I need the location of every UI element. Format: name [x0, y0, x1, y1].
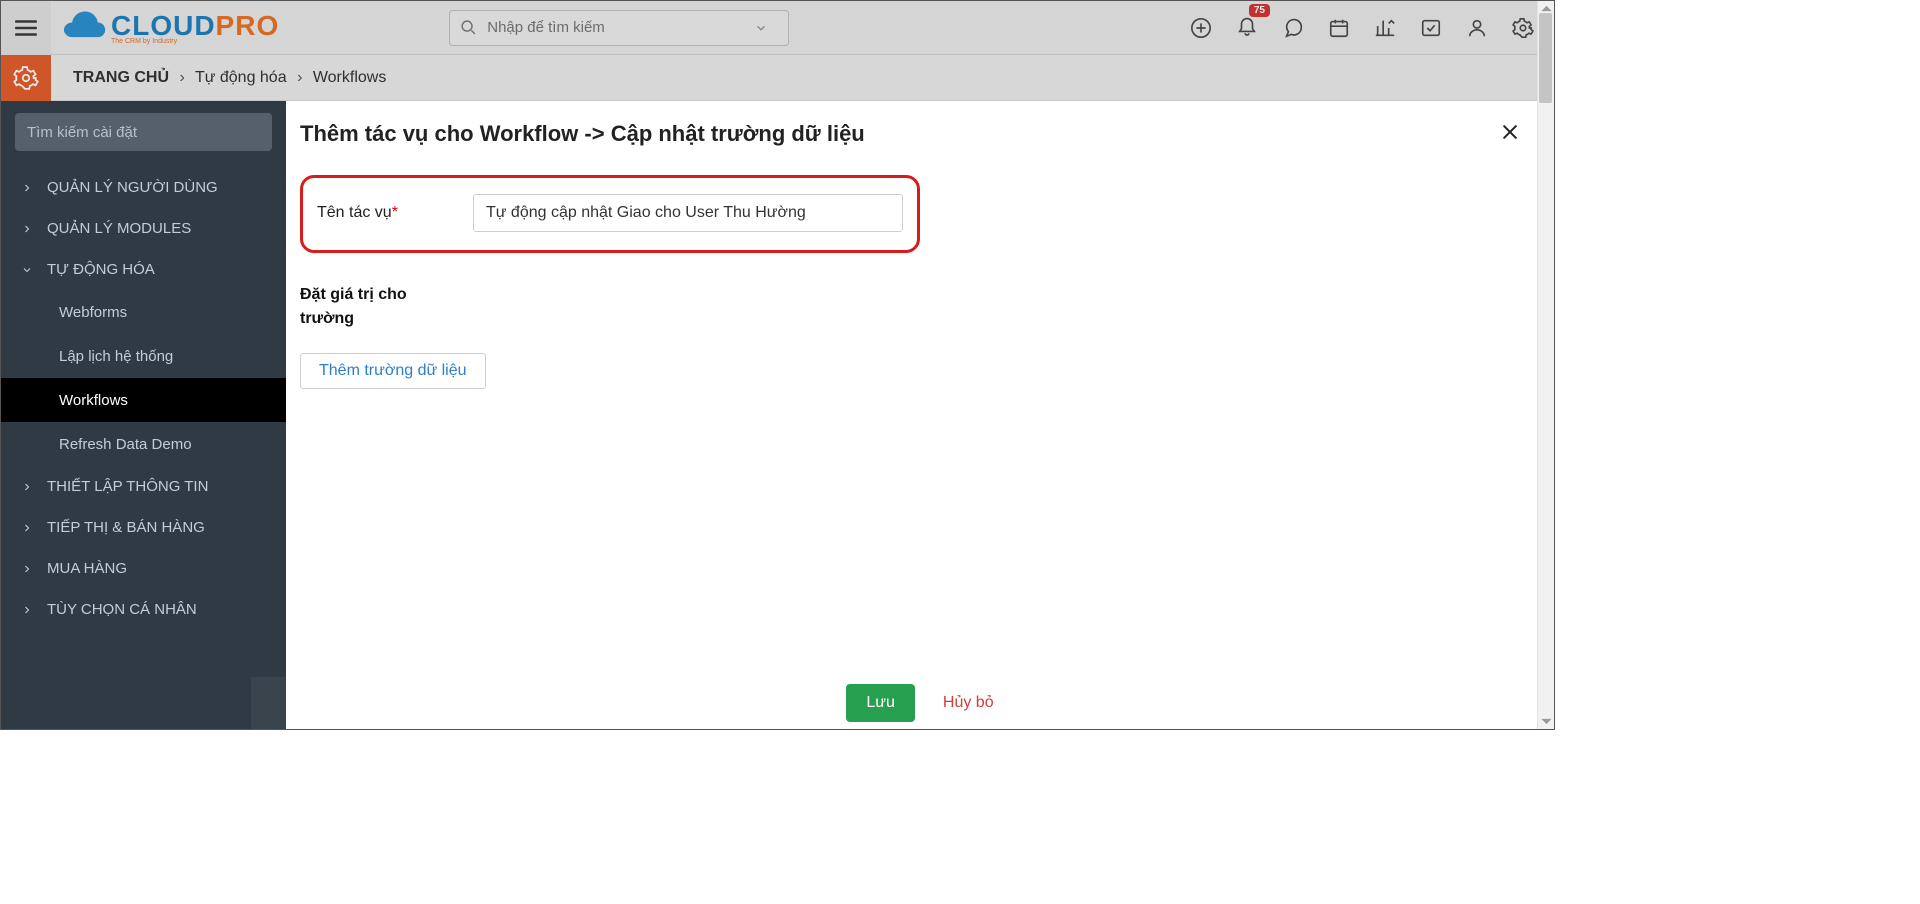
nav-label: QUẢN LÝ MODULES	[47, 220, 191, 237]
task-name-label: Tên tác vụ*	[317, 204, 457, 222]
gear-icon	[13, 65, 39, 91]
settings-sidebar: QUẢN LÝ NGƯỜI DÙNG QUẢN LÝ MODULES TỰ ĐỘ…	[1, 101, 286, 729]
label-text: Tên tác vụ	[317, 204, 392, 221]
scrollbar-thumb[interactable]	[1539, 13, 1552, 103]
app-logo[interactable]: CLOUDPRO The CRM by Industry	[63, 9, 279, 47]
breadcrumb-bar: TRANG CHỦ › Tự động hóa › Workflows	[1, 55, 1554, 101]
task-name-input[interactable]	[473, 194, 903, 232]
nav-purchase[interactable]: MUA HÀNG	[1, 548, 286, 589]
nav-modules[interactable]: QUẢN LÝ MODULES	[1, 208, 286, 249]
chevron-right-icon	[21, 223, 33, 235]
calendar-icon[interactable]	[1328, 17, 1350, 39]
settings-icon[interactable]	[1512, 17, 1534, 39]
chevron-down-icon	[21, 264, 33, 276]
nav-scheduler[interactable]: Lập lịch hệ thống	[1, 334, 286, 378]
analytics-icon[interactable]	[1374, 17, 1396, 39]
scroll-down-icon[interactable]	[1540, 715, 1553, 728]
global-search-input[interactable]	[487, 19, 754, 36]
modal-footer: Lưu Hủy bỏ	[286, 677, 1554, 729]
nav-workflows[interactable]: Workflows	[1, 378, 286, 422]
chevron-right-icon	[21, 481, 33, 493]
add-field-button[interactable]: Thêm trường dữ liệu	[300, 353, 486, 389]
bell-icon	[1236, 14, 1258, 36]
settings-home-button[interactable]	[1, 55, 51, 101]
logo-text-main: CLOUD	[111, 10, 216, 41]
top-header: CLOUDPRO The CRM by Industry 75	[1, 1, 1554, 55]
chevron-down-icon[interactable]	[754, 21, 768, 35]
logo-text-accent: PRO	[216, 10, 280, 41]
nav-marketing[interactable]: TIẾP THỊ & BÁN HÀNG	[1, 507, 286, 548]
save-button[interactable]: Lưu	[846, 684, 915, 722]
notifications-button[interactable]: 75	[1236, 14, 1258, 41]
nav-info[interactable]: THIẾT LẬP THÔNG TIN	[1, 466, 286, 507]
menu-toggle[interactable]	[1, 1, 51, 55]
hamburger-icon	[13, 15, 39, 41]
add-icon[interactable]	[1190, 17, 1212, 39]
nav-label: MUA HÀNG	[47, 560, 127, 577]
breadcrumb-home[interactable]: TRANG CHỦ	[73, 69, 169, 86]
nav-label: THIẾT LẬP THÔNG TIN	[47, 478, 208, 495]
nav-label: TIẾP THỊ & BÁN HÀNG	[47, 519, 205, 536]
chat-icon[interactable]	[1282, 17, 1304, 39]
chevron-right-icon	[21, 182, 33, 194]
nav-personal[interactable]: TÙY CHỌN CÁ NHÂN	[1, 589, 286, 630]
page-scrollbar[interactable]	[1537, 1, 1554, 729]
cancel-button[interactable]: Hủy bỏ	[943, 694, 994, 712]
nav-refresh-demo[interactable]: Refresh Data Demo	[1, 422, 286, 466]
chevron-right-icon	[21, 563, 33, 575]
global-search[interactable]	[449, 10, 789, 46]
cloud-icon	[63, 9, 107, 47]
breadcrumb: TRANG CHỦ › Tự động hóa › Workflows	[73, 69, 386, 87]
breadcrumb-l1[interactable]: Tự động hóa	[195, 69, 287, 86]
close-icon	[1500, 122, 1520, 142]
workflow-task-modal: Thêm tác vụ cho Workflow -> Cập nhật trư…	[286, 101, 1554, 729]
nav-label: TỰ ĐỘNG HÓA	[47, 261, 155, 278]
chevron-right-icon	[21, 522, 33, 534]
notif-badge: 75	[1249, 4, 1270, 17]
set-field-values-label: Đặt giá trị cho trường	[300, 283, 440, 331]
chevron-right-icon	[21, 604, 33, 616]
nav-label: TÙY CHỌN CÁ NHÂN	[47, 601, 197, 618]
search-icon	[460, 19, 477, 36]
task-name-row: Tên tác vụ*	[300, 175, 920, 253]
modal-close-button[interactable]	[1496, 121, 1524, 149]
footer-sidebar-strip	[251, 677, 286, 729]
header-actions: 75	[1190, 14, 1554, 41]
nav-webforms[interactable]: Webforms	[1, 290, 286, 334]
tasks-icon[interactable]	[1420, 17, 1442, 39]
main-content: Thêm tác vụ cho Workflow -> Cập nhật trư…	[286, 101, 1554, 729]
breadcrumb-l2[interactable]: Workflows	[313, 69, 387, 86]
sidebar-search-input[interactable]	[15, 113, 272, 151]
nav-label: QUẢN LÝ NGƯỜI DÙNG	[47, 179, 218, 196]
modal-title: Thêm tác vụ cho Workflow -> Cập nhật trư…	[300, 121, 1496, 147]
user-icon[interactable]	[1466, 17, 1488, 39]
nav-automation[interactable]: TỰ ĐỘNG HÓA	[1, 249, 286, 290]
nav-users[interactable]: QUẢN LÝ NGƯỜI DÙNG	[1, 167, 286, 208]
